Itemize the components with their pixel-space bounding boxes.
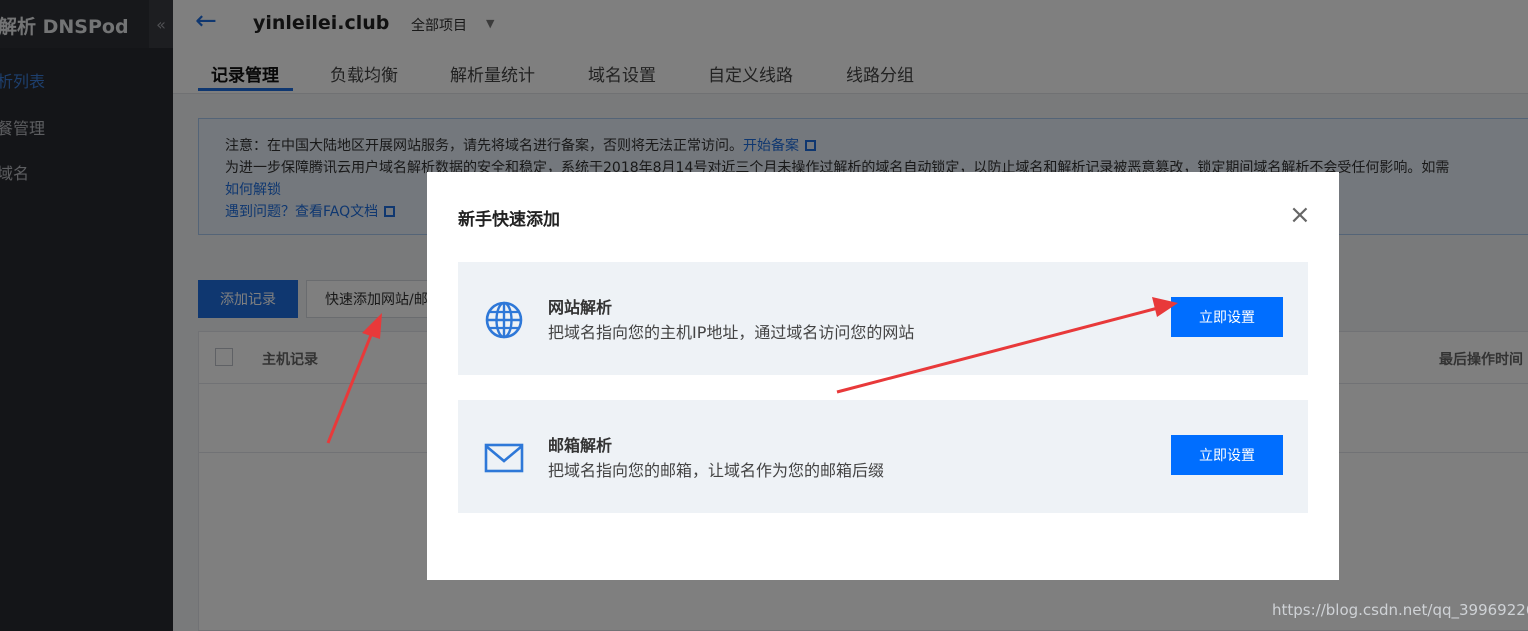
website-setup-button[interactable]: 立即设置 bbox=[1171, 297, 1283, 337]
card-title: 网站解析 bbox=[548, 298, 613, 317]
close-icon[interactable]: × bbox=[1289, 202, 1311, 228]
mail-setup-button[interactable]: 立即设置 bbox=[1171, 435, 1283, 475]
website-resolution-card: 网站解析 把域名指向您的主机IP地址，通过域名访问您的网站 立即设置 bbox=[458, 262, 1308, 375]
quick-add-modal: 新手快速添加 × 网站解析 把域名指向您的主机IP地址，通过域名访问您的网站 立… bbox=[427, 172, 1339, 580]
card-title: 邮箱解析 bbox=[548, 436, 613, 455]
modal-title: 新手快速添加 bbox=[458, 210, 560, 230]
mail-icon bbox=[484, 443, 524, 473]
globe-icon bbox=[485, 301, 523, 339]
watermark: https://blog.csdn.net/qq_39969226 bbox=[1272, 601, 1528, 619]
card-description: 把域名指向您的邮箱，让域名作为您的邮箱后缀 bbox=[548, 461, 885, 480]
card-description: 把域名指向您的主机IP地址，通过域名访问您的网站 bbox=[548, 323, 915, 342]
mail-resolution-card: 邮箱解析 把域名指向您的邮箱，让域名作为您的邮箱后缀 立即设置 bbox=[458, 400, 1308, 513]
